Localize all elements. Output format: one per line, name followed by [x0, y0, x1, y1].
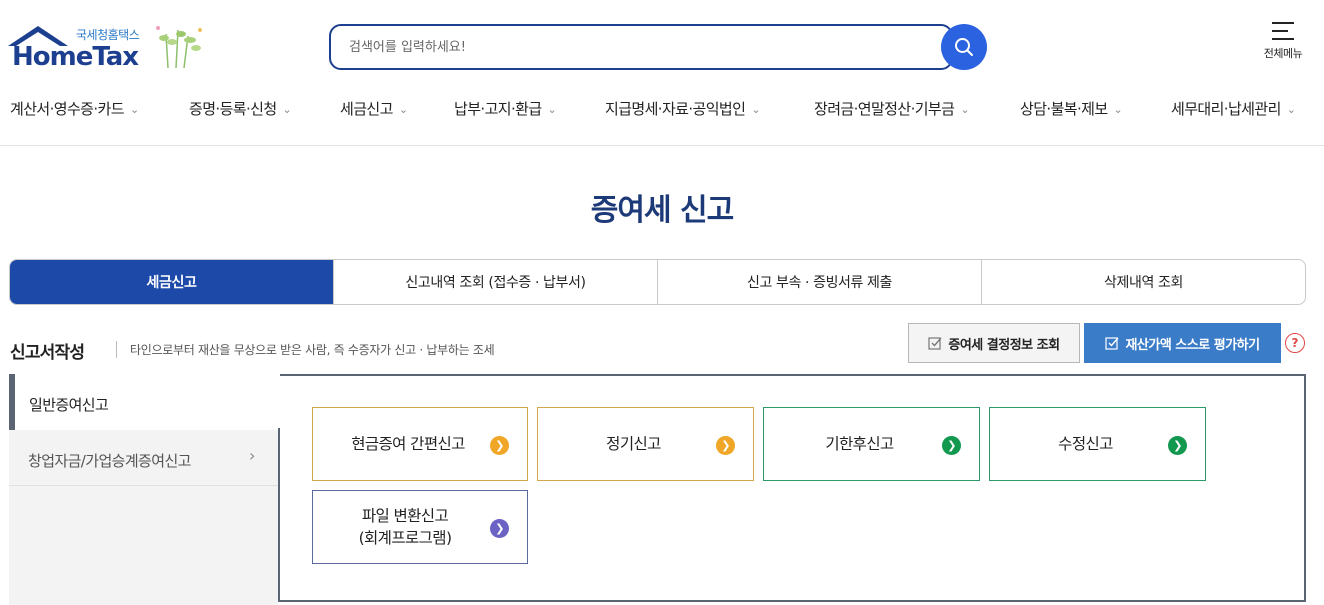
chevron-down-icon: ⌄ — [547, 103, 557, 116]
self-evaluate-property-button[interactable]: 재산가액 스스로 평가하기 — [1084, 323, 1281, 363]
sidebar-item-general-gift[interactable]: 일반증여신고 — [9, 374, 280, 430]
logo-korean-text: 국세청홈택스 — [76, 28, 140, 42]
chevron-down-icon: ⌄ — [129, 103, 139, 116]
gnb-label: 지급명세·자료·공익법인 — [605, 100, 746, 118]
sidebar-item-startup-gift[interactable]: 창업자금/가업승계증여신고 › — [9, 430, 278, 486]
section-title: 신고서작성 — [10, 343, 85, 363]
gnb-item-statements[interactable]: 지급명세·자료·공익법인 ⌄ — [605, 98, 761, 119]
chevron-down-icon: ⌄ — [282, 103, 292, 116]
card-label: 파일 변환신고 (회계프로그램) — [359, 505, 452, 549]
search-box — [329, 24, 953, 70]
card-regular-return[interactable]: 정기신고 ❯ — [537, 407, 754, 481]
gnb-label: 납부·고지·환급 — [454, 100, 542, 118]
tab-bar: 세금신고 신고내역 조회 (접수증 · 납부서) 신고 부속 · 증빙서류 제출… — [9, 259, 1306, 305]
sidebar-item-label: 일반증여신고 — [29, 396, 109, 414]
gnb-item-certificate[interactable]: 증명·등록·신청 ⌄ — [189, 98, 292, 119]
gnb-label: 세금신고 — [340, 100, 393, 118]
chevron-right-circle-icon: ❯ — [716, 436, 735, 455]
search-icon — [955, 38, 973, 56]
gnb-label: 계산서·영수증·카드 — [10, 100, 125, 118]
gift-tax-decision-info-button[interactable]: 증여세 결정정보 조회 — [908, 323, 1080, 363]
chevron-down-icon: ⌄ — [751, 103, 760, 116]
sidebar-item-label: 창업자금/가업승계증여신고 — [28, 452, 191, 470]
info-button-label: 증여세 결정정보 조회 — [948, 337, 1060, 353]
gnb-label: 증명·등록·신청 — [189, 100, 277, 118]
card-label: 수정신고 — [1058, 435, 1113, 453]
card-file-conversion-return[interactable]: 파일 변환신고 (회계프로그램) ❯ — [312, 490, 528, 564]
gnb-label: 세무대리·납세관리 — [1171, 100, 1281, 118]
chevron-right-icon: › — [249, 446, 256, 465]
card-label-line1: 파일 변환신고 — [361, 507, 449, 525]
eval-button-label: 재산가액 스스로 평가하기 — [1125, 337, 1260, 353]
all-menu-button[interactable]: 전체메뉴 — [1258, 22, 1308, 61]
gnb-item-tax-return[interactable]: 세금신고 ⌄ — [340, 98, 408, 119]
search-input[interactable] — [349, 26, 909, 68]
gnb-item-payment[interactable]: 납부·고지·환급 ⌄ — [454, 98, 557, 119]
gnb-label: 장려금·연말정산·기부금 — [814, 100, 955, 118]
card-simple-cash-gift[interactable]: 현금증여 간편신고 ❯ — [312, 407, 528, 481]
card-late-return[interactable]: 기한후신고 ❯ — [763, 407, 980, 481]
gnb-label: 상담·불복·제보 — [1020, 100, 1108, 118]
gnb-item-incentives[interactable]: 장려금·연말정산·기부금 ⌄ — [814, 98, 970, 119]
card-label: 정기신고 — [606, 435, 661, 453]
tab-deleted-history[interactable]: 삭제내역 조회 — [981, 260, 1305, 304]
page-title: 증여세 신고 — [590, 193, 734, 228]
search-button[interactable] — [941, 24, 987, 70]
tab-attachments[interactable]: 신고 부속 · 증빙서류 제출 — [657, 260, 981, 304]
tab-return-history[interactable]: 신고내역 조회 (접수증 · 납부서) — [333, 260, 657, 304]
help-icon[interactable]: ? — [1285, 333, 1305, 353]
checkbox-icon — [1105, 337, 1119, 350]
logo-english-text: HomeTax — [12, 42, 139, 72]
sidebar: 창업자금/가업승계증여신고 › — [9, 428, 278, 605]
gnb-item-consult[interactable]: 상담·불복·제보 ⌄ — [1020, 98, 1123, 119]
tab-tax-return[interactable]: 세금신고 — [10, 260, 333, 304]
gnb-item-agent[interactable]: 세무대리·납세관리 ⌄ — [1171, 98, 1296, 119]
chevron-down-icon: ⌄ — [398, 103, 408, 116]
chevron-down-icon: ⌄ — [1113, 103, 1123, 116]
plant-decoration-icon — [156, 26, 202, 69]
card-label: 현금증여 간편신고 — [351, 435, 465, 453]
gnb-item-invoice[interactable]: 계산서·영수증·카드 ⌄ — [10, 98, 139, 119]
checkbox-icon — [928, 337, 942, 350]
card-label: 기한후신고 — [825, 435, 894, 453]
card-label-line2: (회계프로그램) — [358, 529, 452, 547]
chevron-right-circle-icon: ❯ — [490, 519, 509, 538]
all-menu-label: 전체메뉴 — [1263, 47, 1303, 60]
chevron-right-circle-icon: ❯ — [490, 436, 509, 455]
card-amended-return[interactable]: 수정신고 ❯ — [989, 407, 1206, 481]
main-navigation: 계산서·영수증·카드 ⌄ 증명·등록·신청 ⌄ 세금신고 ⌄ 납부·고지·환급 ⌄ 지급… — [0, 88, 1324, 146]
chevron-down-icon: ⌄ — [960, 103, 969, 116]
chevron-down-icon: ⌄ — [1286, 103, 1296, 116]
chevron-right-circle-icon: ❯ — [942, 436, 961, 455]
chevron-right-circle-icon: ❯ — [1168, 436, 1187, 455]
hometax-logo[interactable]: 국세청홈택스 HomeTax — [8, 22, 208, 74]
hamburger-icon — [1272, 22, 1294, 40]
section-description: 타인으로부터 재산을 무상으로 받은 사람, 즉 수증자가 신고 · 납부하는 … — [116, 341, 495, 358]
